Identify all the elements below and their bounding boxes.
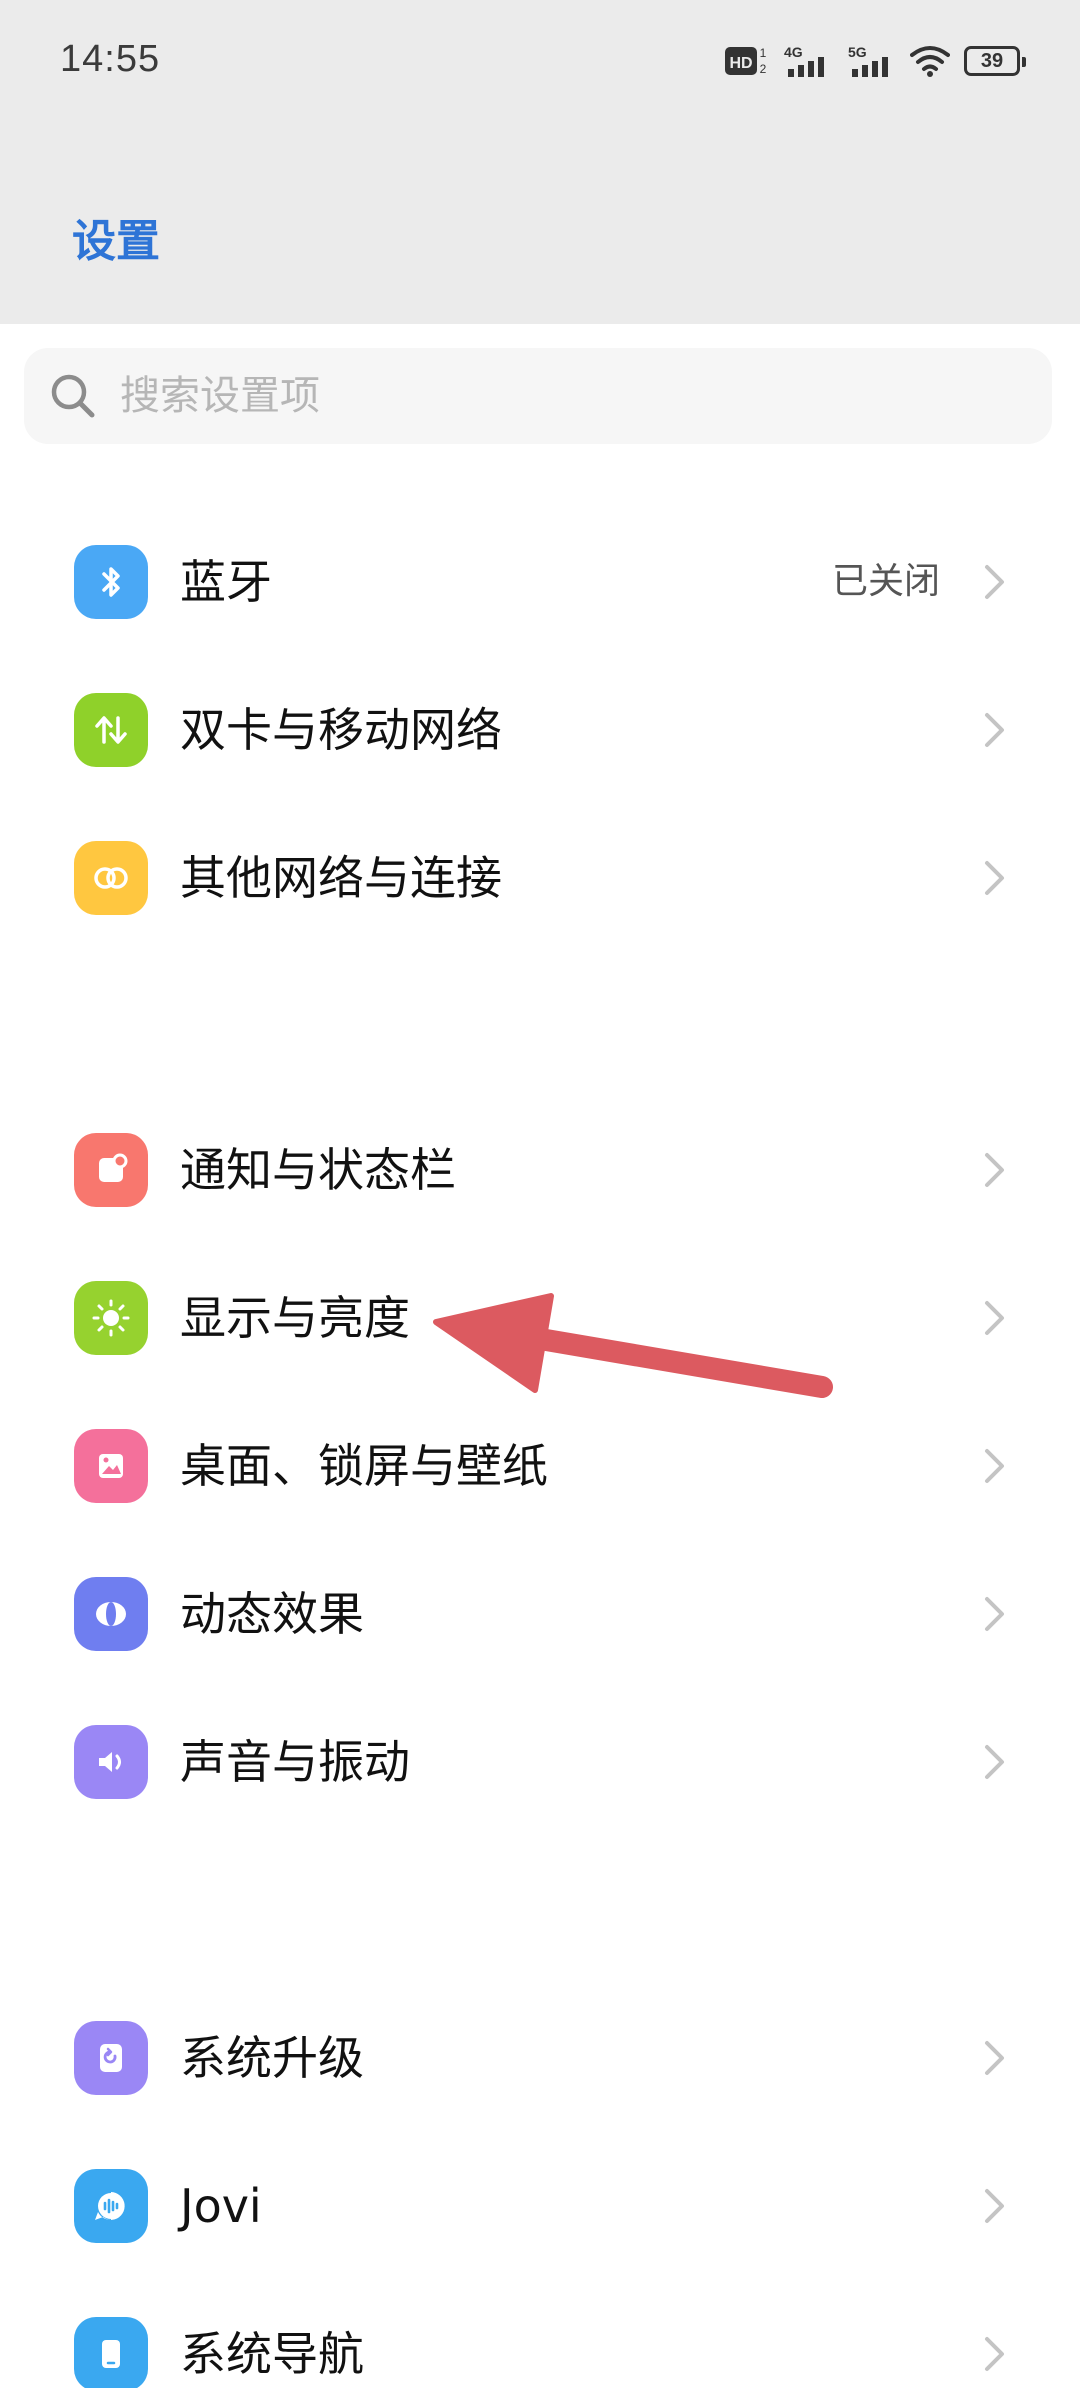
status-icons: HD 1 2 4G 5G 39 [724,36,1026,86]
chevron-right-icon [985,861,1004,895]
chevron-right-icon [985,1745,1004,1779]
sun-icon [74,1281,148,1355]
battery-icon: 39 [964,46,1026,76]
bluetooth-icon [74,545,148,619]
settings-item-label: 显示与亮度 [180,1291,410,1345]
settings-item-label: 双卡与移动网络 [180,703,502,757]
settings-item-system-upgrade[interactable]: 系统升级 [0,1984,1080,2132]
chevron-right-icon [985,565,1004,599]
settings-item-other-networks[interactable]: 其他网络与连接 [0,804,1080,952]
signal-4g-icon: 4G [784,44,824,77]
settings-item-label: 通知与状态栏 [180,1143,456,1197]
chevron-right-icon [985,1597,1004,1631]
settings-item-label: Jovi [180,2179,262,2233]
speaker-icon [74,1725,148,1799]
link-icon [74,841,148,915]
svg-text:1: 1 [760,46,767,60]
svg-text:5G: 5G [848,44,867,60]
settings-item-wallpaper[interactable]: 桌面、锁屏与壁纸 [0,1392,1080,1540]
settings-item-system-navigation[interactable]: 系统导航 [0,2280,1080,2388]
settings-item-display-brightness[interactable]: 显示与亮度 [0,1244,1080,1392]
settings-item-label: 其他网络与连接 [180,851,502,905]
settings-item-dual-sim[interactable]: 双卡与移动网络 [0,656,1080,804]
settings-item-dynamic-effects[interactable]: 动态效果 [0,1540,1080,1688]
jovi-icon [74,2169,148,2243]
chevron-right-icon [985,1153,1004,1187]
svg-text:4G: 4G [784,44,803,60]
status-time: 14:55 [60,38,161,80]
header: 14:55 HD 1 2 4G 5G 39 设置 [0,0,1080,324]
bluetooth-status: 已关闭 [831,561,940,602]
settings-item-notifications[interactable]: 通知与状态栏 [0,1096,1080,1244]
search-bar[interactable] [24,348,1052,444]
settings-screen: 14:55 HD 1 2 4G 5G 39 设置 搜索设置项 蓝牙 已关闭 双卡… [0,0,1080,2388]
page-title: 设置 [72,216,160,267]
search-input[interactable] [118,372,982,420]
settings-item-label: 系统升级 [180,2031,364,2085]
search-icon [51,374,95,418]
settings-item-jovi[interactable]: Jovi [0,2132,1080,2280]
settings-item-label: 声音与振动 [180,1735,410,1789]
signal-5g-icon: 5G [848,44,888,77]
image-icon [74,1429,148,1503]
svg-text:HD: HD [729,55,752,72]
chevron-right-icon [985,1449,1004,1483]
settings-item-sound-vibration[interactable]: 声音与振动 [0,1688,1080,1836]
phone-icon [74,2317,148,2388]
chevron-right-icon [985,2189,1004,2223]
motion-icon [74,1577,148,1651]
settings-item-label: 桌面、锁屏与壁纸 [180,1439,548,1493]
settings-item-label: 系统导航 [180,2327,364,2381]
chevron-right-icon [985,713,1004,747]
chevron-right-icon [985,2337,1004,2371]
settings-item-label: 蓝牙 [180,555,272,609]
settings-item-bluetooth[interactable]: 蓝牙 已关闭 [0,508,1080,656]
battery-level: 39 [980,49,1004,72]
notification-icon [74,1133,148,1207]
settings-item-label: 动态效果 [180,1587,364,1641]
hd-icon: HD 1 2 [725,46,767,76]
chevron-right-icon [985,2041,1004,2075]
wifi-icon [910,46,950,77]
update-icon [74,2021,148,2095]
chevron-right-icon [985,1301,1004,1335]
data-transfer-icon [74,693,148,767]
svg-text:2: 2 [760,62,767,76]
